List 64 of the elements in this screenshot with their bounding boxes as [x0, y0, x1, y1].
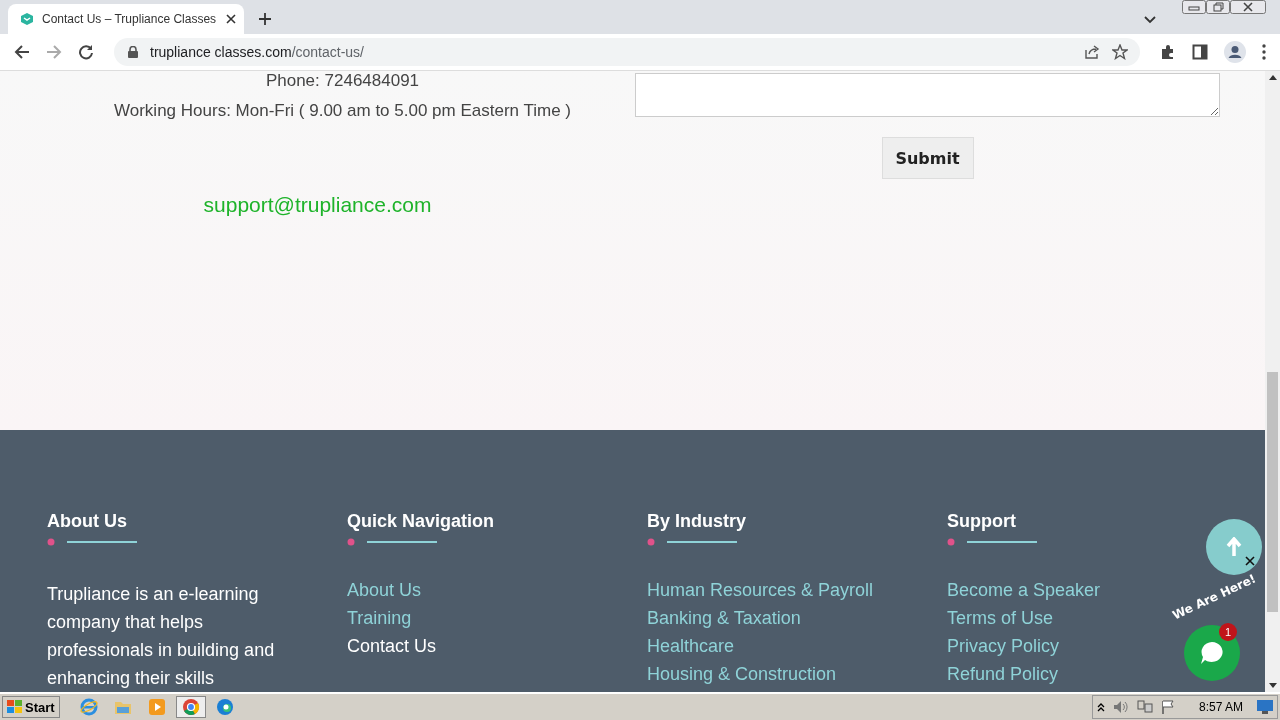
share-icon[interactable] — [1084, 44, 1100, 60]
caret-icon[interactable] — [1144, 16, 1156, 24]
browser-tab[interactable]: Contact Us – Trupliance Classes — [8, 4, 244, 34]
globe-e-icon — [79, 698, 98, 716]
footer-heading: Quick Navigation — [347, 510, 496, 532]
about-text: Trupliance is an e-learning company that helps professionals in building and enhancing their skills — [47, 583, 276, 690]
footer-link[interactable]: Refund Policy — [947, 664, 1059, 684]
footer-link[interactable]: Contact Us — [347, 636, 437, 656]
reload-icon[interactable] — [78, 44, 94, 60]
profile-icon[interactable] — [1224, 41, 1246, 63]
plus-icon[interactable] — [258, 12, 272, 26]
message-field[interactable] — [635, 73, 1220, 117]
up-arrow-icon — [1226, 537, 1242, 557]
chevron-up-icon[interactable] — [1096, 702, 1105, 712]
scrollbar-thumb[interactable] — [1267, 372, 1278, 612]
puzzle-icon[interactable] — [1160, 44, 1176, 60]
address-bar[interactable]: trupliance classes.com/contact-us/ — [114, 38, 1140, 66]
close-icon[interactable] — [226, 14, 236, 24]
footer-heading: By Industry — [647, 510, 748, 532]
close-icon[interactable] — [1230, 0, 1266, 14]
footer-link[interactable]: Privacy Policy — [947, 636, 1060, 656]
submit-button[interactable]: Submit — [881, 137, 974, 179]
windows-logo-icon — [7, 700, 23, 714]
cube-icon — [20, 12, 34, 26]
chat-button[interactable] — [1184, 625, 1240, 681]
footer-heading: About Us — [47, 510, 128, 532]
footer-heading: Support — [947, 510, 1017, 532]
desktop-icon[interactable] — [1257, 700, 1273, 714]
clock: 8:57 AM — [1198, 700, 1243, 714]
footer-link[interactable]: Human Resources & Payroll — [647, 580, 874, 600]
footer-link[interactable]: Banking & Taxation — [647, 608, 801, 628]
footer-link[interactable]: Terms of Use — [947, 608, 1054, 628]
minimize-icon[interactable] — [1182, 0, 1206, 14]
phone-number: Phone: 7246484091 — [265, 71, 420, 91]
folder-icon — [113, 699, 132, 715]
network-icon[interactable] — [1136, 700, 1153, 714]
scroll-up-icon[interactable] — [1268, 75, 1277, 80]
star-icon[interactable] — [1112, 44, 1128, 60]
restore-icon[interactable] — [1206, 0, 1230, 14]
scroll-down-icon[interactable] — [1268, 683, 1277, 688]
flag-icon[interactable] — [1160, 700, 1175, 714]
back-icon[interactable] — [14, 44, 30, 60]
chat-bubble-icon — [1199, 641, 1225, 665]
email-link[interactable]: support@trupliance.com — [203, 193, 432, 217]
close-icon[interactable] — [1245, 556, 1255, 566]
chrome-icon — [181, 698, 200, 716]
footer-link[interactable]: Become a Speaker — [947, 580, 1101, 600]
edge-icon — [215, 698, 234, 716]
url-host: trupliance classes.com — [150, 44, 292, 60]
speaker-icon[interactable] — [1112, 700, 1129, 714]
taskbar-app[interactable] — [175, 696, 206, 718]
side-panel-icon[interactable] — [1192, 44, 1208, 60]
start-button[interactable]: Start — [2, 696, 60, 718]
scroll-to-top-button[interactable] — [1206, 519, 1262, 575]
play-icon — [147, 698, 166, 716]
footer-link[interactable]: About Us — [347, 580, 422, 600]
footer-link[interactable]: Training — [347, 608, 412, 628]
footer-link[interactable]: Healthcare — [647, 636, 735, 656]
menu-icon[interactable] — [1262, 44, 1266, 60]
lock-icon — [128, 46, 138, 58]
working-hours: Working Hours: Mon-Fri ( 9.00 am to 5.00 pm Eastern Time ) — [114, 101, 571, 121]
notification-badge: 1 — [1219, 623, 1237, 641]
url-path: /contact-us/ — [291, 44, 364, 60]
footer-link[interactable]: Housing & Construction — [647, 664, 837, 684]
